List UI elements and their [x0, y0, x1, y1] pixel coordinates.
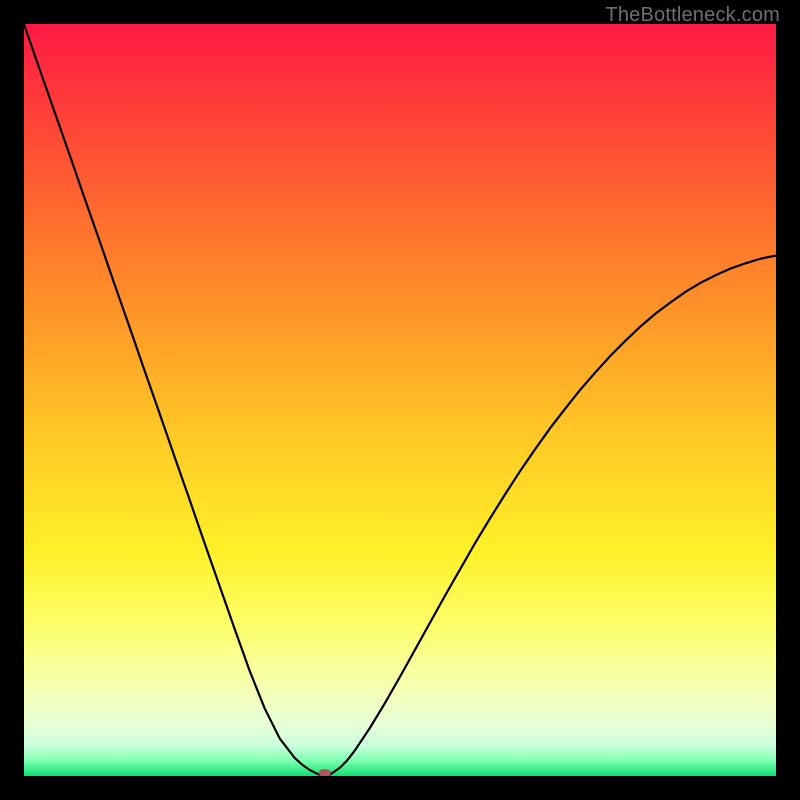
dip-marker — [319, 769, 331, 776]
curve-layer — [24, 24, 776, 776]
plot-area — [24, 24, 776, 776]
chart-frame: TheBottleneck.com — [0, 0, 800, 800]
bottleneck-curve — [24, 24, 776, 776]
